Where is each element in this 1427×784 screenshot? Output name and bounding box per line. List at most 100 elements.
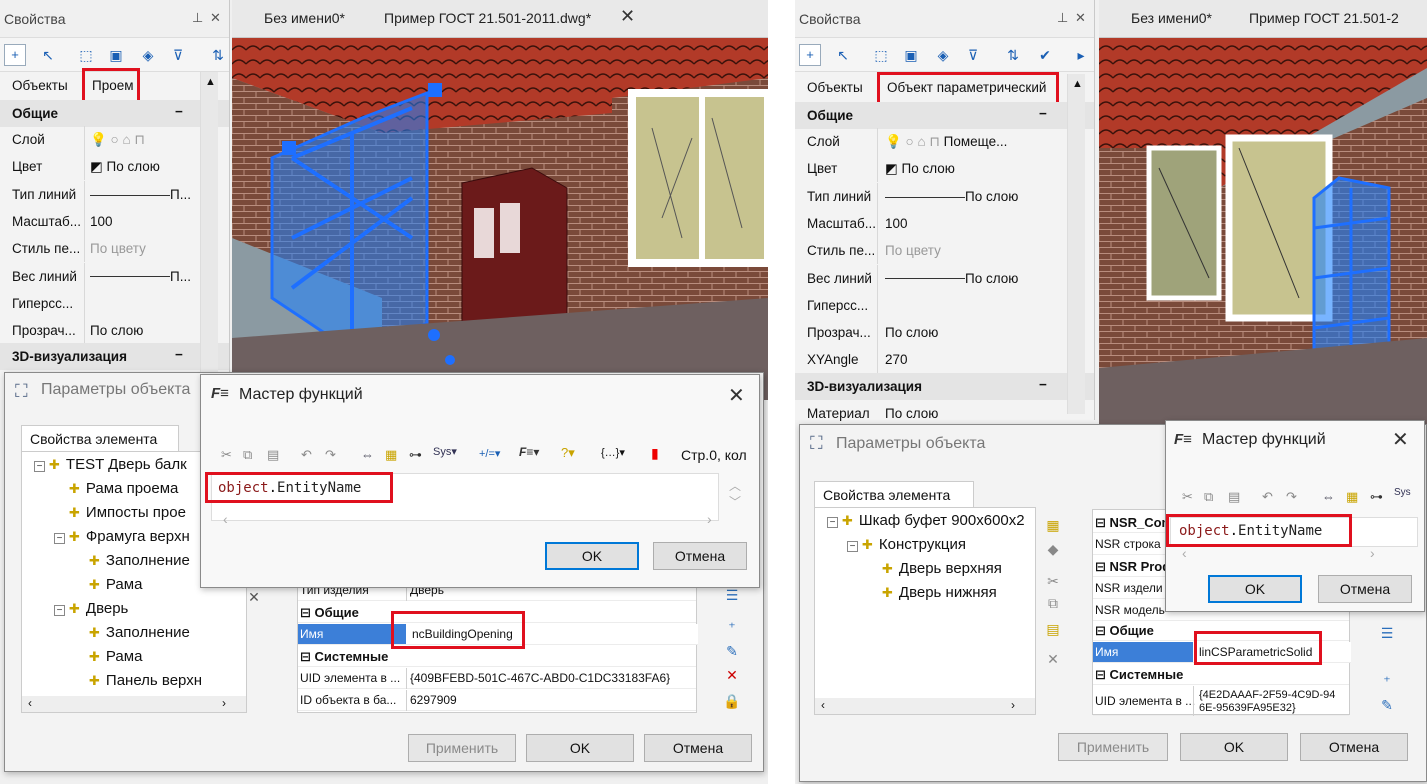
sort-icon[interactable]: ⇅ <box>208 45 228 65</box>
rotate-select-icon[interactable]: ◈ <box>138 45 158 65</box>
color-icon[interactable]: ▮ <box>651 445 659 462</box>
tab-unnamed[interactable]: Без имени0* <box>264 10 345 26</box>
collapse-icon[interactable]: − <box>175 104 183 119</box>
tree-item[interactable]: ✚ Рама <box>74 648 142 665</box>
paste-icon[interactable]: ▤ <box>1228 489 1240 505</box>
properties-scrollbar[interactable]: ▲ <box>1067 74 1085 414</box>
select-similar-icon[interactable]: ▣ <box>106 45 126 65</box>
prop-row[interactable]: Слой 💡 ○ ⌂ ⊓ <box>0 126 229 153</box>
filter-icon[interactable]: ⊽ <box>963 45 983 65</box>
tab-gost-drawing[interactable]: Пример ГОСТ 21.501-2011.dwg* <box>384 10 591 26</box>
redo-icon[interactable]: ↷ <box>1286 489 1297 505</box>
collapse-icon[interactable]: − <box>34 461 45 472</box>
properties-scrollbar[interactable]: ▲ <box>200 72 218 372</box>
scroll-left-icon[interactable]: ‹ <box>28 696 32 710</box>
collapse-icon[interactable]: − <box>54 605 65 616</box>
tree-item[interactable]: − ✚ Шкаф буфет 900х600х2 <box>827 512 1025 529</box>
select-box-icon[interactable]: ⬚ <box>871 45 891 65</box>
grid-section-system[interactable]: ⊟ Системные <box>298 646 696 667</box>
wizard-cancel-button[interactable]: Отмена <box>1318 575 1412 603</box>
collapse-icon[interactable]: − <box>827 517 838 528</box>
sys-icon[interactable]: Sys <box>1394 487 1411 498</box>
check-icon[interactable]: ✔ <box>1035 45 1055 65</box>
grid-row-uid[interactable]: UID элемента в ... {409BFEBD-501C-467C-AB… <box>298 668 696 689</box>
tree-hscroll[interactable]: ‹ › <box>22 696 246 712</box>
select-pointer-icon[interactable]: ↖ <box>833 45 853 65</box>
delete-icon[interactable]: ✕ <box>1044 651 1062 668</box>
pin-icon[interactable]: ⊥ <box>192 10 203 26</box>
layer-icons[interactable]: 💡 ○ ⌂ ⊓ <box>90 132 145 147</box>
add-property-icon[interactable]: ⁺ <box>723 619 741 636</box>
prop-row[interactable]: Вес линий П... <box>0 262 229 290</box>
tree-item[interactable]: − ✚ TEST Дверь балк <box>34 456 187 473</box>
prop-row[interactable]: Тип линий П... <box>0 180 229 208</box>
tree-item[interactable]: − ✚ Дверь <box>54 600 128 617</box>
filter-icon[interactable]: ⊽ <box>168 45 188 65</box>
tab-unnamed[interactable]: Без имени0* <box>1131 10 1212 26</box>
tree-item[interactable]: ✚ Рама проема <box>54 480 178 497</box>
tab-element-properties[interactable]: Свойства элемента <box>814 481 974 507</box>
collapse-icon[interactable]: − <box>1039 377 1047 392</box>
collapse-icon[interactable]: − <box>847 541 858 552</box>
help-icon[interactable]: ?▾ <box>561 445 575 461</box>
collapse-icon[interactable]: − <box>1039 106 1047 121</box>
cancel-button[interactable]: Отмена <box>644 734 752 762</box>
prop-row[interactable]: Гиперсс... <box>0 289 229 317</box>
edit-icon[interactable]: ✎ <box>723 643 741 660</box>
prop-row[interactable]: XYAngle 270 <box>795 346 1094 374</box>
prop-row[interactable]: Цвет ◩ По слою <box>795 155 1094 183</box>
close-icon[interactable]: ✕ <box>1392 427 1409 452</box>
tree-item[interactable]: ✚ Рама <box>74 576 142 593</box>
list-icon[interactable]: ☰ <box>723 587 741 604</box>
close-icon[interactable]: ✕ <box>1075 10 1086 26</box>
tree-item[interactable]: ✚ Заполнение <box>74 552 190 569</box>
grid-row-uid[interactable]: UID элемента в ... {4E2DAAAF-2F59-4C9D-94… <box>1093 686 1349 716</box>
braces-icon[interactable]: {…}▾ <box>601 446 625 459</box>
select-similar-icon[interactable]: ▣ <box>901 45 921 65</box>
tree-item[interactable]: − ✚ Фрамуга верхн <box>54 528 190 545</box>
quick-select-icon[interactable]: + <box>799 44 821 66</box>
cancel-button[interactable]: Отмена <box>1300 733 1408 761</box>
grid-section-system[interactable]: ⊟ Системные <box>1093 664 1349 685</box>
ok-button[interactable]: OK <box>1180 733 1288 761</box>
tree-item[interactable]: ✚ Импосты прое <box>54 504 186 521</box>
wizard-ok-button[interactable]: OK <box>545 542 639 570</box>
collapse-icon[interactable]: − <box>175 347 183 362</box>
operators-icon[interactable]: +/=▾ <box>479 447 500 460</box>
tree-item[interactable]: − ✚ Конструкция <box>847 536 966 553</box>
grid-row-id[interactable]: ID объекта в ба... 6297909 <box>298 690 696 711</box>
prop-row[interactable]: Тип линий По слою <box>795 182 1094 210</box>
tab-gost-drawing[interactable]: Пример ГОСТ 21.501-2 <box>1249 10 1399 26</box>
pointer-icon[interactable]: ▸ <box>1071 45 1091 65</box>
close-icon[interactable]: ✕ <box>210 10 221 26</box>
cut-icon[interactable]: ✂ <box>221 447 232 463</box>
prop-row[interactable]: Стиль пе... По цвету <box>795 237 1094 265</box>
tree-item[interactable]: ✚ Дверь верхняя <box>867 560 1002 577</box>
list-icon[interactable]: ☰ <box>1378 625 1396 642</box>
select-pointer-icon[interactable]: ↖ <box>38 45 58 65</box>
prop-row[interactable]: Слой 💡 ○ ⌂ ⊓ Помеще... <box>795 128 1094 155</box>
scroll-down-icon[interactable]: ﹀ <box>729 493 741 510</box>
add-property-icon[interactable]: ⁺ <box>1378 673 1396 690</box>
tree-item[interactable]: ✚ Дверь нижняя <box>867 584 997 601</box>
move-icon[interactable]: ◆ <box>1044 541 1062 558</box>
tab-element-properties[interactable]: Свойства элемента <box>21 425 179 451</box>
collapse-icon[interactable]: − <box>54 533 65 544</box>
scroll-up-icon[interactable]: ︿ <box>729 477 741 494</box>
add-element-icon[interactable]: ▦ <box>1044 517 1062 534</box>
apply-button[interactable]: Применить <box>1058 733 1168 761</box>
tree-item[interactable]: ✚ Заполнение <box>74 624 190 641</box>
drawing-viewport[interactable] <box>1099 38 1427 428</box>
tree-item[interactable]: ✚ Панель верхн <box>74 672 202 689</box>
sort-icon[interactable]: ⇅ <box>1003 45 1023 65</box>
tab-close-icon[interactable]: ✕ <box>620 6 635 27</box>
edit-icon[interactable]: ✎ <box>1378 697 1396 714</box>
tree-icon[interactable]: ⊶ <box>409 447 422 463</box>
prop-row[interactable]: Гиперсс... <box>795 291 1094 319</box>
cut-icon[interactable]: ✂ <box>1044 573 1062 590</box>
apply-button[interactable]: Применить <box>408 734 516 762</box>
quick-select-icon[interactable]: + <box>4 44 26 66</box>
scroll-left-icon[interactable]: ‹ <box>1182 545 1187 561</box>
lock-icon[interactable]: 🔒 <box>723 693 741 710</box>
objects-icon[interactable]: ▦ <box>1346 489 1358 505</box>
